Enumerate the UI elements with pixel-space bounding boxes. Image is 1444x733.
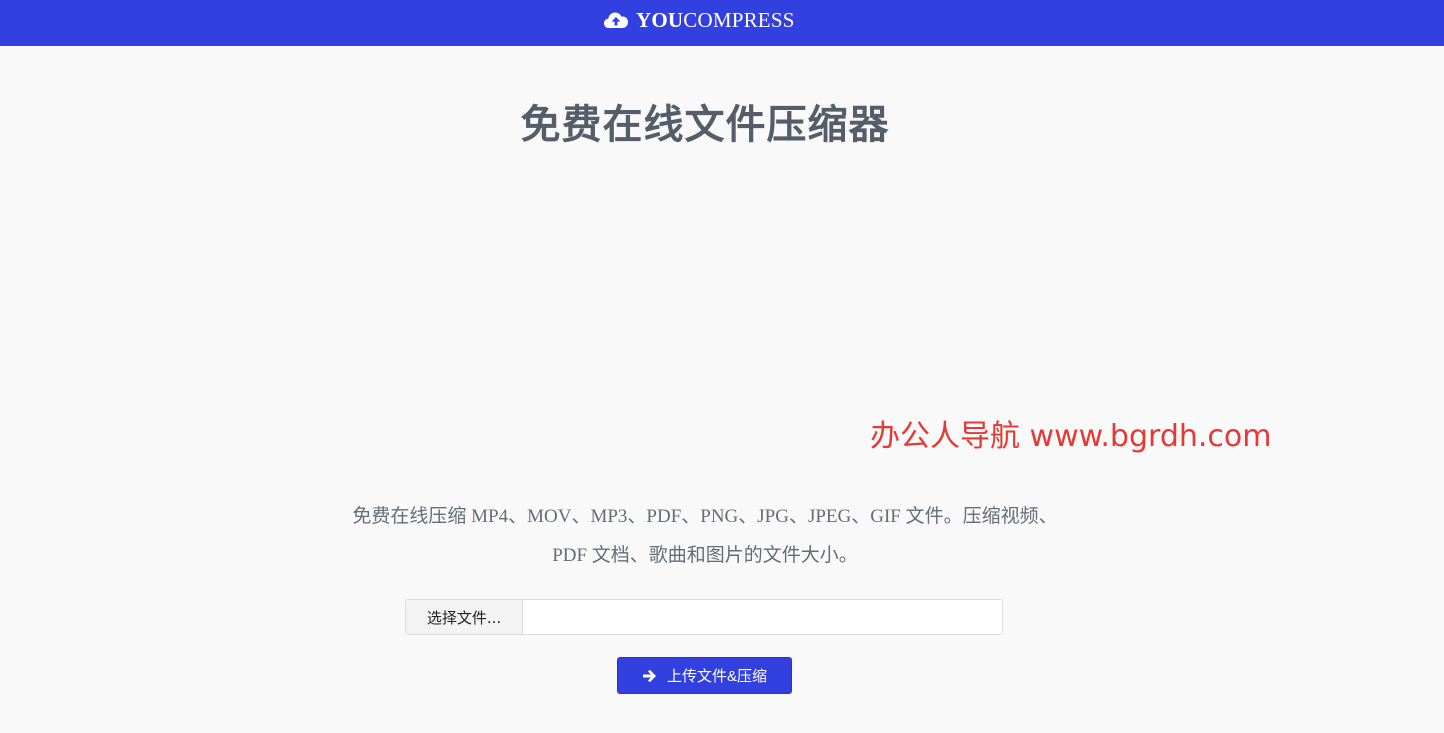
choose-file-button[interactable]: 选择文件... — [406, 600, 523, 634]
brand-name-rest: COMPRESS — [683, 7, 795, 32]
cloud-upload-icon — [604, 12, 628, 28]
page-description: 免费在线压缩 MP4、MOV、MP3、PDF、PNG、JPG、JPEG、GIF … — [352, 506, 1058, 566]
brand-name-bold: YOU — [636, 7, 684, 32]
arrow-right-icon — [642, 669, 656, 682]
file-name-field[interactable] — [523, 600, 1002, 634]
page-title: 免费在线文件压缩器 — [520, 102, 890, 148]
watermark-text: 办公人导航 www.bgrdh.com — [870, 419, 1272, 454]
upload-compress-button[interactable]: 上传文件&压缩 — [617, 657, 792, 694]
brand-logo-link[interactable]: YOU COMPRESS — [603, 7, 795, 33]
top-navbar: YOU COMPRESS — [0, 0, 1444, 46]
file-input-group[interactable]: 选择文件... — [405, 599, 1003, 635]
upload-compress-label: 上传文件&压缩 — [666, 668, 767, 685]
